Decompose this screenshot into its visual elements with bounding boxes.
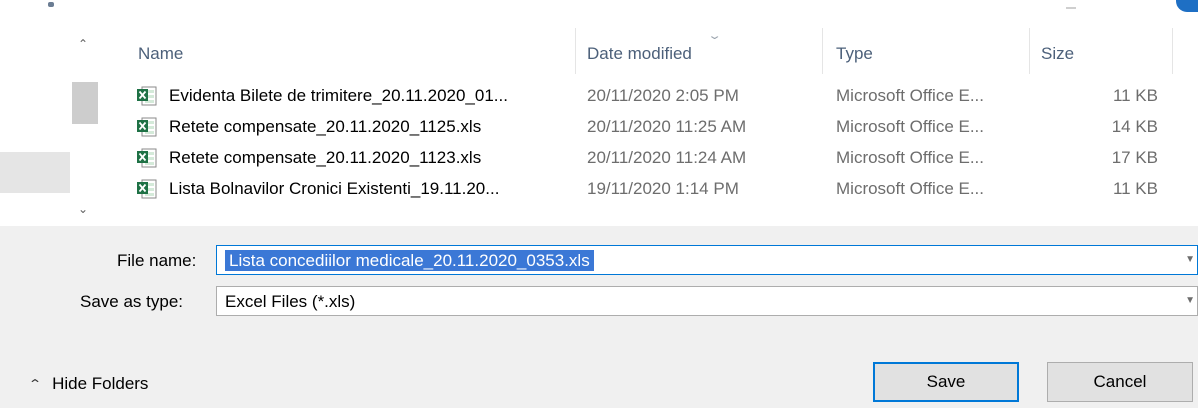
scroll-down-icon[interactable]: ⌄ [78,203,88,215]
column-header-name[interactable]: Name [138,44,183,64]
file-list-header: ⌄ Name Date modified Type Size [110,28,1198,74]
file-row[interactable]: Retete compensate_20.11.2020_1123.xls 20… [110,143,1198,174]
file-row[interactable]: Evidenta Bilete de trimitere_20.11.2020_… [110,81,1198,112]
partial-divider [1066,7,1076,9]
file-size: 17 KB [1111,148,1158,167]
scroll-up-icon[interactable]: ⌃ [78,38,88,50]
file-size: 11 KB [1112,86,1158,105]
file-type: Microsoft Office E... [836,86,985,105]
file-type: Microsoft Office E... [836,179,985,198]
column-header-type[interactable]: Type [836,44,873,64]
file-type: Microsoft Office E... [836,148,985,167]
chevron-up-icon: ⌃ [27,377,43,391]
file-name-label: File name: [117,251,197,270]
help-icon[interactable] [1176,0,1198,12]
save-as-dialog: ⌃ ⌄ ⌄ Name Date modified Type Size Evide… [0,0,1198,408]
excel-file-icon [137,117,157,137]
hide-folders-label: Hide Folders [52,374,149,393]
save-as-type-label: Save as type: [80,292,184,311]
excel-file-icon [137,148,157,168]
column-divider[interactable] [822,28,823,74]
chevron-down-icon[interactable]: ▼ [1185,295,1195,306]
file-name: Lista Bolnavilor Cronici Existenti_19.11… [169,179,500,198]
save-form-area: File name: Lista concediilor medicale_20… [0,226,1198,408]
save-as-type-select[interactable]: Excel Files (*.xls) ▼ [216,286,1198,316]
file-date-modified: 20/11/2020 11:25 AM [587,117,747,136]
file-size: 14 KB [1111,117,1158,136]
partial-toolbar-icon [28,2,58,7]
file-row[interactable]: Retete compensate_20.11.2020_1125.xls 20… [110,112,1198,143]
file-name: Retete compensate_20.11.2020_1125.xls [169,117,482,136]
save-button[interactable]: Save [873,362,1019,402]
cancel-button[interactable]: Cancel [1047,362,1193,402]
file-name-input[interactable]: Lista concediilor medicale_20.11.2020_03… [216,245,1198,275]
column-divider[interactable] [1172,28,1173,74]
file-name-value[interactable]: Lista concediilor medicale_20.11.2020_03… [225,250,594,271]
column-header-size[interactable]: Size [1041,44,1074,64]
excel-file-icon [137,179,157,199]
file-name: Evidenta Bilete de trimitere_20.11.2020_… [169,86,508,105]
file-date-modified: 20/11/2020 11:24 AM [587,148,747,167]
file-date-modified: 20/11/2020 2:05 PM [587,86,739,105]
save-as-type-value: Excel Files (*.xls) [225,292,356,311]
file-row[interactable]: Lista Bolnavilor Cronici Existenti_19.11… [110,174,1198,205]
file-type: Microsoft Office E... [836,117,985,136]
hide-folders-button[interactable]: ⌃ Hide Folders [27,373,149,395]
file-name: Retete compensate_20.11.2020_1123.xls [169,148,482,167]
sort-indicator-icon: ⌄ [707,30,722,42]
column-header-date-modified[interactable]: Date modified [587,44,692,64]
nav-scrollbar-thumb[interactable] [72,82,98,124]
top-strip [0,0,1198,12]
file-size: 11 KB [1112,179,1158,198]
chevron-down-icon[interactable]: ▼ [1185,254,1195,265]
column-divider[interactable] [1029,28,1030,74]
column-divider[interactable] [575,28,576,74]
file-date-modified: 19/11/2020 1:14 PM [587,179,739,198]
excel-file-icon [137,86,157,106]
